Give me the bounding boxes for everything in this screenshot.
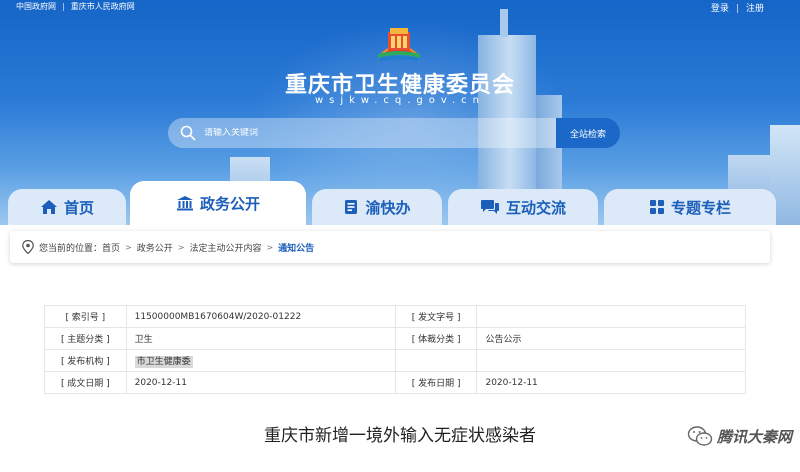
wechat-icon [687, 426, 713, 446]
meta-value: 2020-12-11 [125, 371, 396, 394]
link-gov-cn[interactable]: 中国政府网 [16, 1, 56, 12]
tab-interaction-label: 互动交流 [505, 198, 566, 217]
grid-icon [649, 199, 665, 215]
watermark: 腾讯大秦网 [687, 425, 792, 447]
search-icon [180, 125, 196, 141]
account-links: 登录 | 注册 [710, 4, 764, 14]
tab-government-affairs[interactable]: 政务公开 [130, 181, 306, 225]
link-cq-gov[interactable]: 重庆市人民政府网 [71, 1, 135, 12]
main-nav: 首页 政务公开 渝快办 互动交流 专题专栏 [0, 181, 800, 225]
breadcrumb-government-affairs[interactable]: 政务公开 [137, 241, 173, 254]
meta-label: [ 索引号 ] [44, 305, 127, 328]
breadcrumb-statutory-disclosure[interactable]: 法定主动公开内容 [189, 241, 261, 254]
meta-value: 11500000MB1670604W/2020-01222 [125, 305, 396, 328]
tab-home-label: 首页 [63, 198, 94, 217]
chevron-right-icon: > [177, 242, 185, 252]
register-link[interactable]: 注册 [746, 4, 764, 14]
watermark-text: 腾讯大秦网 [716, 427, 792, 446]
main-content: 您当前的位置： 首页 > 政务公开 > 法定主动公开内容 > 通知公告 [ 索引… [0, 225, 800, 472]
meta-value: 卫生 [125, 327, 396, 350]
meta-value: 市卫生健康委 [125, 349, 396, 372]
breadcrumb-home[interactable]: 首页 [102, 241, 120, 254]
home-icon [40, 199, 58, 215]
meta-label: [ 发文字号 ] [394, 305, 478, 328]
chevron-right-icon: > [266, 242, 274, 252]
meta-label [394, 349, 478, 372]
tab-special-topics[interactable]: 专题专栏 [604, 189, 776, 225]
table-row: [ 成文日期 ] 2020-12-11 [ 发布日期 ] 2020-12-11 [44, 371, 746, 394]
article-title: 重庆市新增一境外输入无症状感染者 [264, 426, 536, 446]
meta-value: 公告公示 [476, 327, 746, 350]
government-building-icon [176, 195, 194, 211]
table-row: [ 发布机构 ] 市卫生健康委 [44, 349, 746, 372]
tab-special-topics-label: 专题专栏 [670, 198, 731, 217]
search-input[interactable] [204, 128, 524, 138]
tab-yukuaiban-label: 渝快办 [365, 198, 411, 217]
tab-yukuaiban[interactable]: 渝快办 [312, 189, 442, 225]
meta-label: [ 成文日期 ] [44, 371, 127, 394]
login-link[interactable]: 登录 [711, 4, 729, 14]
meta-value [476, 305, 746, 328]
meta-label: [ 主题分类 ] [44, 327, 127, 350]
meta-label: [ 发布机构 ] [44, 349, 127, 372]
site-domain: wsjkw.cq.gov.cn [314, 95, 486, 106]
publisher-highlight: 市卫生健康委 [134, 356, 193, 368]
breadcrumb: 您当前的位置： 首页 > 政务公开 > 法定主动公开内容 > 通知公告 [10, 231, 770, 263]
search-box [168, 118, 556, 148]
top-links: 中国政府网 | 重庆市人民政府网 [16, 1, 135, 12]
document-icon [343, 199, 359, 215]
breadcrumb-current[interactable]: 通知公告 [278, 241, 314, 254]
meta-label: [ 体裁分类 ] [394, 327, 478, 350]
chat-icon [480, 199, 500, 215]
table-row: [ 主题分类 ] 卫生 [ 体裁分类 ] 公告公示 [44, 327, 746, 350]
meta-value [476, 349, 746, 372]
tab-government-affairs-label: 政务公开 [199, 194, 260, 213]
meta-label: [ 发布日期 ] [394, 371, 478, 394]
site-search-button[interactable]: 全站检索 [556, 118, 620, 148]
chevron-right-icon: > [125, 242, 132, 252]
tab-interaction[interactable]: 互动交流 [448, 189, 598, 225]
tab-home[interactable]: 首页 [8, 189, 126, 225]
location-pin-icon [22, 240, 34, 254]
table-row: [ 索引号 ] 11500000MB1670604W/2020-01222 [ … [44, 305, 746, 328]
meta-value: 2020-12-11 [476, 371, 746, 394]
site-logo [378, 28, 420, 61]
document-metadata-table: [ 索引号 ] 11500000MB1670604W/2020-01222 [ … [44, 305, 746, 394]
breadcrumb-prefix: 您当前的位置： [39, 243, 103, 254]
